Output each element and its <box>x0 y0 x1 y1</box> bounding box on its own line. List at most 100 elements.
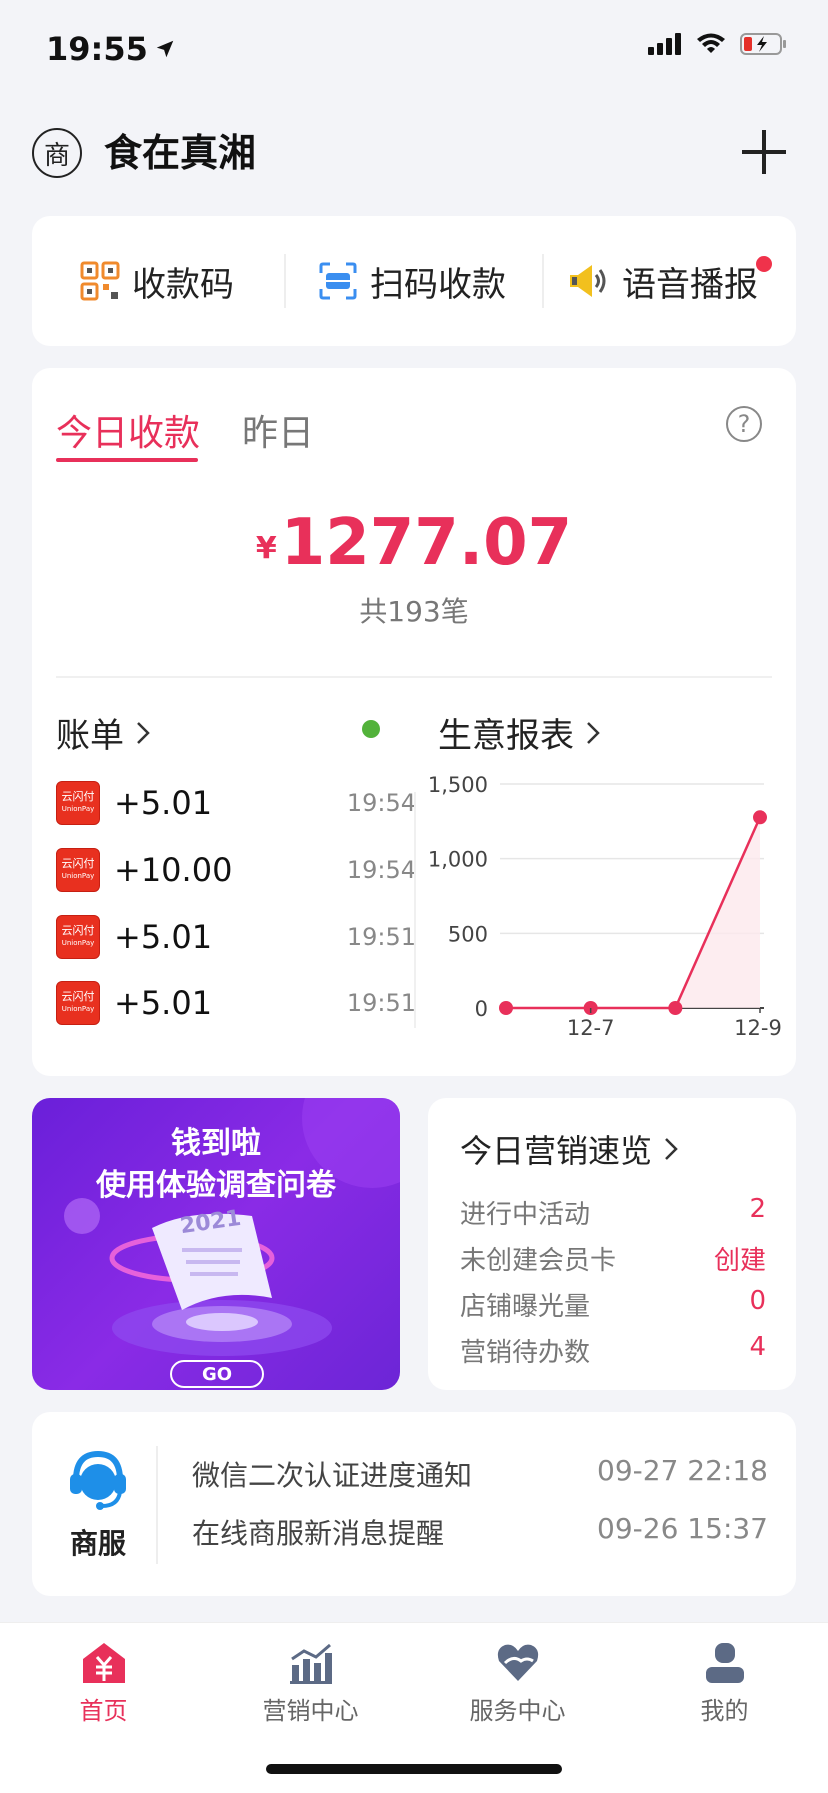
home-indicator <box>266 1764 562 1774</box>
home-icon <box>82 1643 125 1683</box>
bill-row[interactable]: 云闪付 UnionPay +5.01 19:54 <box>56 778 416 828</box>
scan-label: 扫码收款 <box>370 264 506 305</box>
go-button[interactable]: GO <box>170 1360 264 1388</box>
chevron-right-icon <box>587 721 600 744</box>
scan-button[interactable]: 扫码收款 <box>318 216 506 346</box>
shop-name[interactable]: 食在真湘 <box>104 128 256 178</box>
voice-broadcast-button[interactable]: 语音播报 <box>566 216 758 346</box>
divider <box>156 1446 158 1564</box>
battery-icon <box>740 33 786 55</box>
marketing-label: 营销待办数 <box>460 1338 591 1368</box>
tab-today[interactable]: 今日收款 <box>56 404 200 456</box>
marketing-label: 未创建会员卡 <box>460 1246 617 1276</box>
merchant-service-card[interactable]: 商服 微信二次认证进度通知 09-27 22:18 在线商服新消息提醒 09-2… <box>32 1412 796 1596</box>
shop-badge: 商 <box>32 128 82 178</box>
tab-profile-label: 我的 <box>700 1697 749 1725</box>
marketing-label: 店铺曝光量 <box>460 1292 591 1322</box>
logo-sub: UnionPay <box>61 939 95 947</box>
tab-marketing[interactable]: 营销中心 <box>207 1641 414 1726</box>
marketing-row[interactable]: 店铺曝光量 0 <box>460 1286 766 1323</box>
profile-icon <box>705 1643 744 1683</box>
bill-amount: +5.01 <box>114 984 213 1022</box>
bill-row[interactable]: 云闪付 UnionPay +5.01 19:51 <box>56 912 416 962</box>
bill-time: 19:54 <box>346 856 416 884</box>
qr-code-button[interactable]: 收款码 <box>80 216 234 346</box>
help-icon[interactable]: ? <box>726 406 762 442</box>
go-label: GO <box>201 1363 233 1385</box>
service-time: 09-27 22:18 <box>597 1454 768 1487</box>
marketing-label: 进行中活动 <box>460 1200 591 1230</box>
report-title: 生意报表 <box>438 716 574 756</box>
online-status-dot <box>362 720 380 738</box>
chevron-right-icon <box>137 721 150 744</box>
marketing-title-link[interactable]: 今日营销速览 <box>460 1126 680 1172</box>
signal-icon <box>648 33 681 55</box>
unionpay-logo: 云闪付 UnionPay <box>56 781 100 825</box>
notification-dot <box>756 256 772 272</box>
unionpay-logo: 云闪付 UnionPay <box>56 915 100 959</box>
logo-text: 云闪付 <box>61 924 95 937</box>
qr-code-label: 收款码 <box>132 264 234 305</box>
bill-amount: +5.01 <box>114 918 213 956</box>
x-tick-label: 12-9 <box>734 1016 782 1040</box>
marketing-overview-card[interactable]: 今日营销速览 进行中活动 2 未创建会员卡 创建 店铺曝光量 0 营销待办数 4 <box>428 1098 796 1390</box>
logo-text: 云闪付 <box>61 857 95 870</box>
y-tick-label: 0 <box>475 997 488 1021</box>
logo-text: 云闪付 <box>61 790 95 803</box>
divider <box>284 254 286 308</box>
bill-row[interactable]: 云闪付 UnionPay +5.01 19:51 <box>56 978 416 1028</box>
currency-symbol: ¥ <box>255 531 277 566</box>
divider <box>414 792 416 1028</box>
bill-amount: +5.01 <box>114 784 213 822</box>
survey-promo-banner[interactable]: 钱到啦 使用体验调查问卷 2021 GO <box>32 1098 400 1390</box>
service-message-row[interactable]: 在线商服新消息提醒 09-26 15:37 <box>192 1512 768 1552</box>
create-card-link[interactable]: 创建 <box>714 1240 766 1277</box>
status-time-text: 19:55 <box>46 30 148 68</box>
tab-home[interactable]: 首页 <box>0 1641 207 1726</box>
qr-code-icon <box>80 261 120 301</box>
bill-time: 19:51 <box>346 989 416 1017</box>
service-message-row[interactable]: 微信二次认证进度通知 09-27 22:18 <box>192 1454 768 1494</box>
marketing-row[interactable]: 营销待办数 4 <box>460 1332 766 1369</box>
tab-profile[interactable]: 我的 <box>621 1641 828 1726</box>
y-tick-label: 1,000 <box>428 848 488 872</box>
y-tick-label: 1,500 <box>428 773 488 797</box>
tab-yesterday[interactable]: 昨日 <box>242 404 314 456</box>
unionpay-logo: 云闪付 UnionPay <box>56 848 100 892</box>
bill-row[interactable]: 云闪付 UnionPay +10.00 19:54 <box>56 845 416 895</box>
bill-link[interactable]: 账单 <box>56 708 152 757</box>
service-icon <box>497 1644 538 1681</box>
chevron-right-icon <box>665 1138 678 1160</box>
tab-service[interactable]: 服务中心 <box>414 1641 621 1726</box>
marketing-row[interactable]: 未创建会员卡 创建 <box>460 1240 766 1277</box>
data-point <box>668 1001 683 1015</box>
logo-sub: UnionPay <box>61 1005 95 1013</box>
business-line-chart[interactable]: 0 500 1,000 1,500 12-7 12-9 <box>428 764 796 1040</box>
data-point <box>753 810 767 825</box>
shop-badge-text: 商 <box>43 140 70 171</box>
wifi-icon <box>697 33 725 53</box>
add-button[interactable] <box>738 126 790 178</box>
marketing-row[interactable]: 进行中活动 2 <box>460 1194 766 1231</box>
divider <box>542 254 544 308</box>
plus-icon <box>742 130 786 174</box>
speaker-icon <box>570 265 606 297</box>
y-tick-label: 500 <box>448 922 488 946</box>
tab-underline <box>56 458 198 462</box>
data-point <box>499 1001 513 1015</box>
logo-text: 云闪付 <box>61 990 95 1003</box>
marketing-value: 0 <box>749 1286 766 1316</box>
series-area <box>506 817 760 1008</box>
scan-icon <box>319 262 357 300</box>
service-message: 微信二次认证进度通知 <box>192 1459 473 1492</box>
service-message: 在线商服新消息提醒 <box>192 1517 445 1550</box>
bill-title: 账单 <box>56 716 124 756</box>
transaction-count: 共193笔 <box>359 595 469 628</box>
status-time: 19:55 <box>46 30 176 68</box>
bill-time: 19:51 <box>346 923 416 951</box>
marketing-value: 4 <box>749 1332 766 1362</box>
amount-value: 1277.07 <box>280 506 573 580</box>
promo-subtitle: 使用体验调查问卷 <box>96 1168 336 1203</box>
marketing-icon <box>289 1643 332 1684</box>
business-report-link[interactable]: 生意报表 <box>438 708 602 757</box>
